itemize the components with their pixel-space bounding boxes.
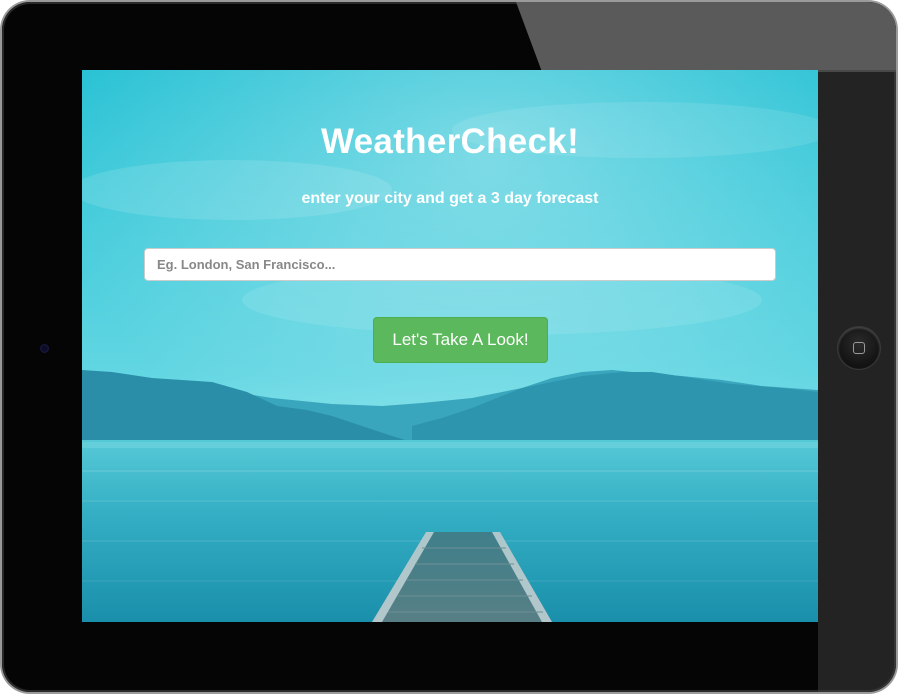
- camera-icon: [40, 344, 49, 353]
- page-subtitle: enter your city and get a 3 day forecast: [301, 190, 599, 207]
- home-button-icon[interactable]: [838, 327, 880, 369]
- home-button-square: [853, 342, 865, 354]
- search-form: WeatherCheck! enter your city and get a …: [82, 70, 818, 622]
- page: WeatherCheck! enter your city and get a …: [0, 0, 900, 696]
- lets-take-a-look-button[interactable]: Let's Take A Look!: [373, 317, 548, 363]
- app-screen: WeatherCheck! enter your city and get a …: [82, 70, 818, 622]
- city-search-input[interactable]: [144, 248, 776, 281]
- page-title: WeatherCheck!: [320, 122, 580, 161]
